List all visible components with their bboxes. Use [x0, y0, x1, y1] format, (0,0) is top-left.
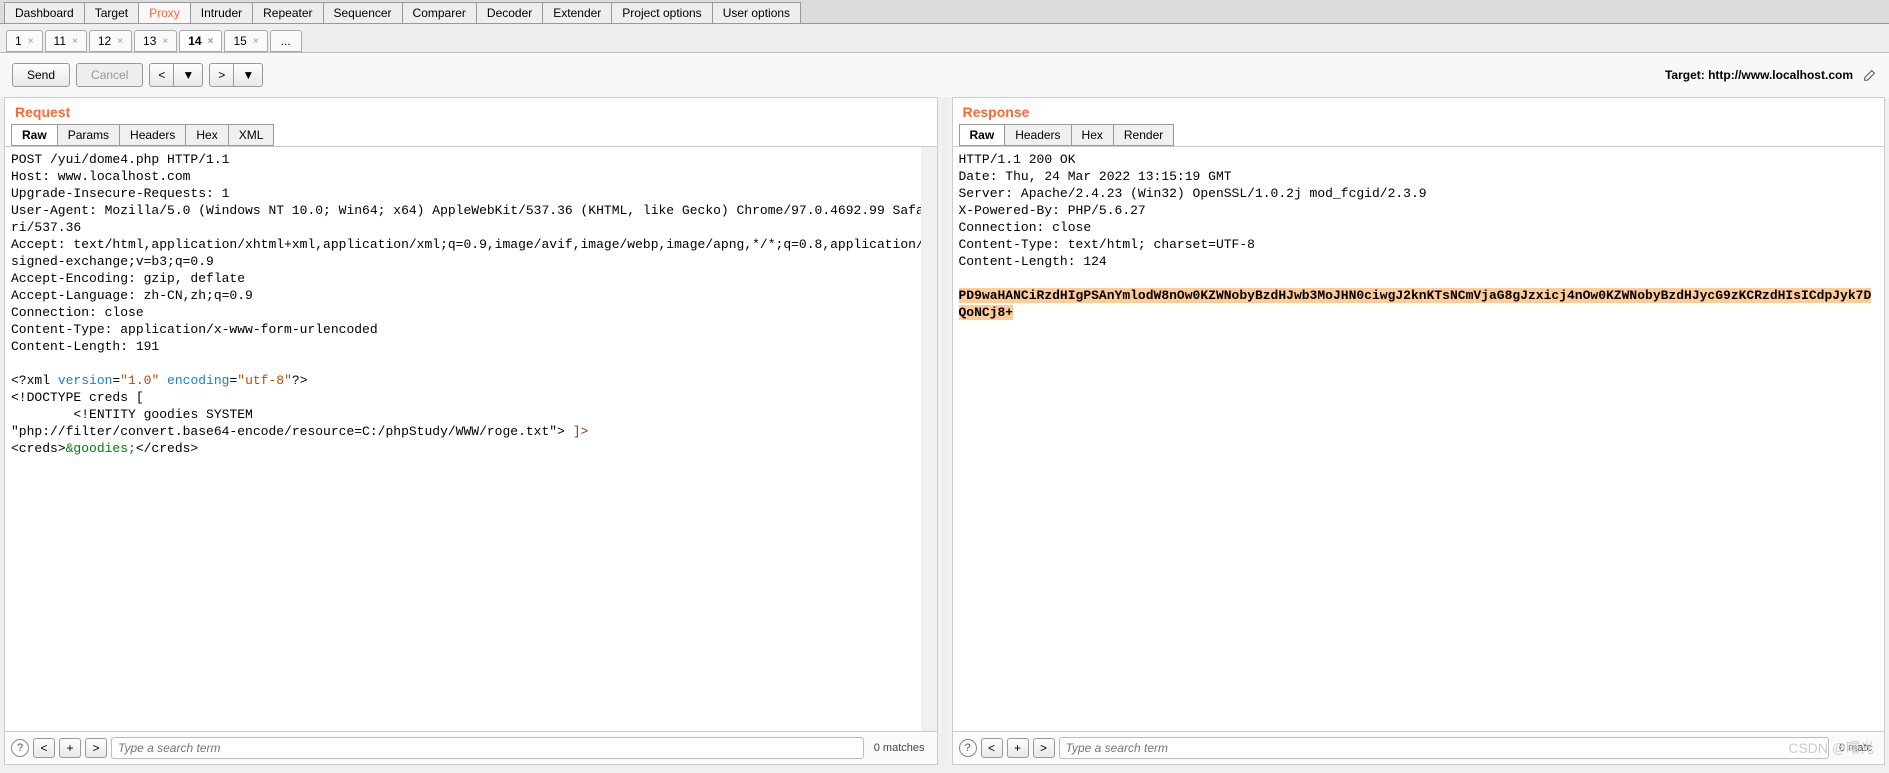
request-tab-xml[interactable]: XML	[228, 124, 275, 146]
response-match-count: 0 matc	[1833, 742, 1878, 754]
doctype-text: <!DOCTYPE creds [ <!ENTITY goodies SYSTE…	[11, 390, 573, 439]
request-tab-params[interactable]: Params	[57, 124, 120, 146]
repeater-tab-more[interactable]: ...	[270, 30, 302, 52]
split-container: Request Raw Params Headers Hex XML POST …	[0, 97, 1889, 765]
repeater-tab-12[interactable]: 12 ×	[89, 30, 132, 52]
request-editor[interactable]: POST /yui/dome4.php HTTP/1.1 Host: www.l…	[5, 146, 937, 731]
split-divider[interactable]	[942, 97, 948, 765]
main-tab-intruder[interactable]: Intruder	[190, 2, 253, 23]
request-panel: Request Raw Params Headers Hex XML POST …	[4, 97, 938, 765]
toolbar: Send Cancel < ▼ > ▼ Target: http://www.l…	[0, 53, 1889, 97]
close-icon[interactable]: ×	[253, 36, 259, 47]
request-search-bar: ? < + > 0 matches	[5, 731, 937, 764]
target-label: Target: http://www.localhost.com	[1665, 68, 1853, 82]
request-search-input[interactable]	[111, 737, 864, 759]
send-button[interactable]: Send	[12, 63, 70, 87]
search-next-button[interactable]: >	[1033, 738, 1055, 758]
xml-attr-version: version	[58, 373, 113, 388]
response-tabs: Raw Headers Hex Render	[953, 124, 1885, 146]
repeater-tab-11[interactable]: 11 ×	[45, 30, 87, 52]
response-title: Response	[953, 98, 1885, 124]
close-icon[interactable]: ×	[117, 36, 123, 47]
help-icon[interactable]: ?	[11, 739, 29, 757]
history-prev-dropdown[interactable]: ▼	[173, 63, 203, 87]
creds-open: <creds>	[11, 441, 66, 456]
main-tab-user-options[interactable]: User options	[712, 2, 801, 23]
main-tab-comparer[interactable]: Comparer	[402, 2, 477, 23]
close-icon[interactable]: ×	[72, 36, 78, 47]
request-title: Request	[5, 98, 937, 124]
main-tab-extender[interactable]: Extender	[542, 2, 612, 23]
tab-label: 13	[143, 34, 156, 48]
main-tab-repeater[interactable]: Repeater	[252, 2, 323, 23]
search-prev-button[interactable]: <	[33, 738, 55, 758]
help-icon[interactable]: ?	[959, 739, 977, 757]
main-tab-sequencer[interactable]: Sequencer	[323, 2, 403, 23]
request-headers-text: POST /yui/dome4.php HTTP/1.1 Host: www.l…	[11, 152, 924, 354]
tab-label: 1	[15, 34, 22, 48]
xml-val-encoding: "utf-8"	[237, 373, 292, 388]
main-tab-target[interactable]: Target	[84, 2, 139, 23]
response-tab-render[interactable]: Render	[1113, 124, 1174, 146]
response-tab-raw[interactable]: Raw	[959, 124, 1006, 146]
close-icon[interactable]: ×	[162, 36, 168, 47]
request-tabs: Raw Params Headers Hex XML	[5, 124, 937, 146]
response-body-highlight: PD9waHANCiRzdHIgPSAnYmlodW8nOw0KZWNobyBz…	[959, 288, 1872, 320]
scrollbar[interactable]	[921, 147, 937, 731]
doctype-close: ]>	[573, 424, 589, 439]
search-prev-button[interactable]: <	[981, 738, 1003, 758]
request-tab-headers[interactable]: Headers	[119, 124, 186, 146]
response-editor[interactable]: HTTP/1.1 200 OK Date: Thu, 24 Mar 2022 1…	[953, 146, 1885, 731]
history-next-dropdown[interactable]: ▼	[233, 63, 263, 87]
repeater-tab-1[interactable]: 1×	[6, 30, 43, 52]
response-panel: Response Raw Headers Hex Render HTTP/1.1…	[952, 97, 1886, 765]
creds-close: </creds>	[136, 441, 198, 456]
history-prev-button[interactable]: <	[149, 63, 174, 87]
cancel-button[interactable]: Cancel	[76, 63, 143, 87]
tab-label: 12	[98, 34, 111, 48]
history-prev-group: < ▼	[149, 63, 203, 87]
request-tab-raw[interactable]: Raw	[11, 124, 58, 146]
repeater-tab-14[interactable]: 14 ×	[179, 30, 222, 52]
close-icon[interactable]: ×	[208, 36, 214, 47]
response-headers-text: HTTP/1.1 200 OK Date: Thu, 24 Mar 2022 1…	[959, 152, 1427, 269]
response-search-bar: ? < + > 0 matc	[953, 731, 1885, 764]
request-tab-hex[interactable]: Hex	[185, 124, 228, 146]
repeater-tab-bar: 1× 11× 12× 13× 14× 15× ...	[0, 24, 1889, 53]
repeater-tab-13[interactable]: 13 ×	[134, 30, 177, 52]
main-tab-proxy[interactable]: Proxy	[138, 2, 191, 23]
xml-decl-close: ?>	[292, 373, 308, 388]
history-next-group: > ▼	[209, 63, 263, 87]
request-match-count: 0 matches	[868, 742, 931, 754]
xml-decl-open: <?xml	[11, 373, 58, 388]
main-tab-decoder[interactable]: Decoder	[476, 2, 543, 23]
main-tab-dashboard[interactable]: Dashboard	[4, 2, 85, 23]
search-add-button[interactable]: +	[59, 738, 81, 758]
search-next-button[interactable]: >	[85, 738, 107, 758]
history-next-button[interactable]: >	[209, 63, 234, 87]
main-tab-bar: Dashboard Target Proxy Intruder Repeater…	[0, 0, 1889, 24]
xml-attr-encoding: encoding	[159, 373, 229, 388]
repeater-tab-15[interactable]: 15 ×	[224, 30, 267, 52]
edit-target-icon[interactable]	[1863, 68, 1877, 82]
entity-ref: &goodies;	[66, 441, 136, 456]
search-add-button[interactable]: +	[1007, 738, 1029, 758]
main-tab-project-options[interactable]: Project options	[611, 2, 712, 23]
response-tab-headers[interactable]: Headers	[1004, 124, 1071, 146]
close-icon[interactable]: ×	[28, 36, 34, 47]
response-search-input[interactable]	[1059, 737, 1829, 759]
tab-label: 14	[188, 34, 201, 48]
xml-val-version: "1.0"	[120, 373, 159, 388]
tab-label: 11	[54, 34, 66, 48]
response-tab-hex[interactable]: Hex	[1071, 124, 1114, 146]
tab-label: 15	[233, 34, 246, 48]
